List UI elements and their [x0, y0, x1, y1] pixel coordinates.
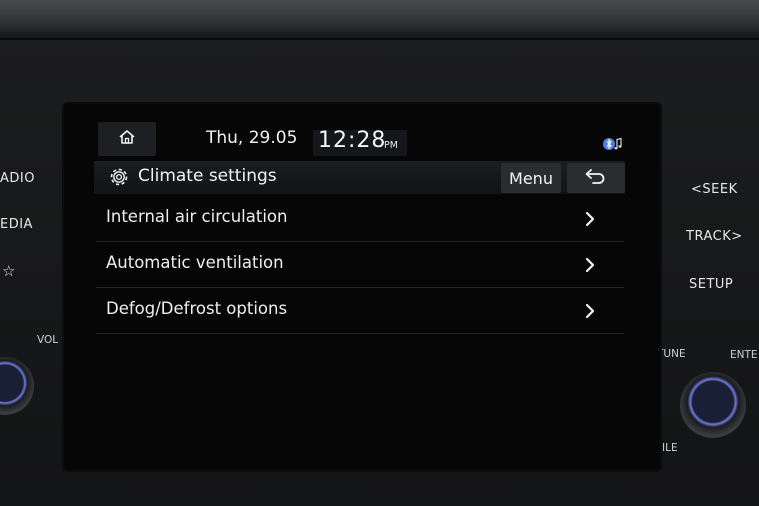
page-title: Climate settings	[138, 166, 277, 186]
media-hard-button[interactable]: EDIA	[0, 217, 33, 232]
home-icon	[118, 129, 136, 149]
chevron-right-icon	[585, 211, 595, 231]
menu-item-label: Defog/Defrost options	[106, 299, 288, 318]
clock-display: 12:28	[318, 128, 387, 153]
enter-label: ENTE	[730, 349, 758, 361]
chevron-right-icon	[585, 257, 595, 277]
row-divider	[96, 333, 624, 334]
menu-button[interactable]: Menu	[501, 163, 561, 193]
radio-hard-button[interactable]: ADIO	[0, 171, 35, 186]
volume-label: VOL	[37, 334, 59, 346]
clock-meridiem: PM	[384, 140, 398, 151]
chevron-right-icon	[585, 303, 595, 323]
bluetooth-audio-icon	[602, 136, 624, 156]
menu-item-automatic-ventilation[interactable]: Automatic ventilation	[96, 242, 624, 287]
home-button[interactable]	[98, 122, 156, 156]
seek-back-hard-button[interactable]: <SEEK	[691, 182, 738, 197]
setup-hard-button[interactable]: SETUP	[689, 277, 733, 292]
date-display: Thu, 29.05	[206, 128, 298, 148]
status-bar: Thu, 29.05 12:28 PM	[64, 104, 660, 156]
menu-item-defog-defrost-options[interactable]: Defog/Defrost options	[96, 288, 624, 333]
dashboard-top-trim	[0, 0, 759, 38]
back-button[interactable]	[567, 163, 625, 193]
menu-item-label: Automatic ventilation	[106, 253, 284, 272]
infotainment-screen: Thu, 29.05 12:28 PM Climate settings Men…	[64, 104, 660, 470]
favorite-hard-button[interactable]: ☆	[2, 262, 16, 280]
menu-item-label: Internal air circulation	[106, 207, 288, 226]
tune-knob[interactable]	[680, 372, 746, 438]
tune-label: TUNE	[657, 348, 686, 360]
back-arrow-icon	[584, 168, 608, 188]
menu-item-internal-air-circulation[interactable]: Internal air circulation	[96, 196, 624, 241]
gear-icon	[108, 166, 130, 192]
track-forward-hard-button[interactable]: TRACK>	[686, 229, 743, 244]
